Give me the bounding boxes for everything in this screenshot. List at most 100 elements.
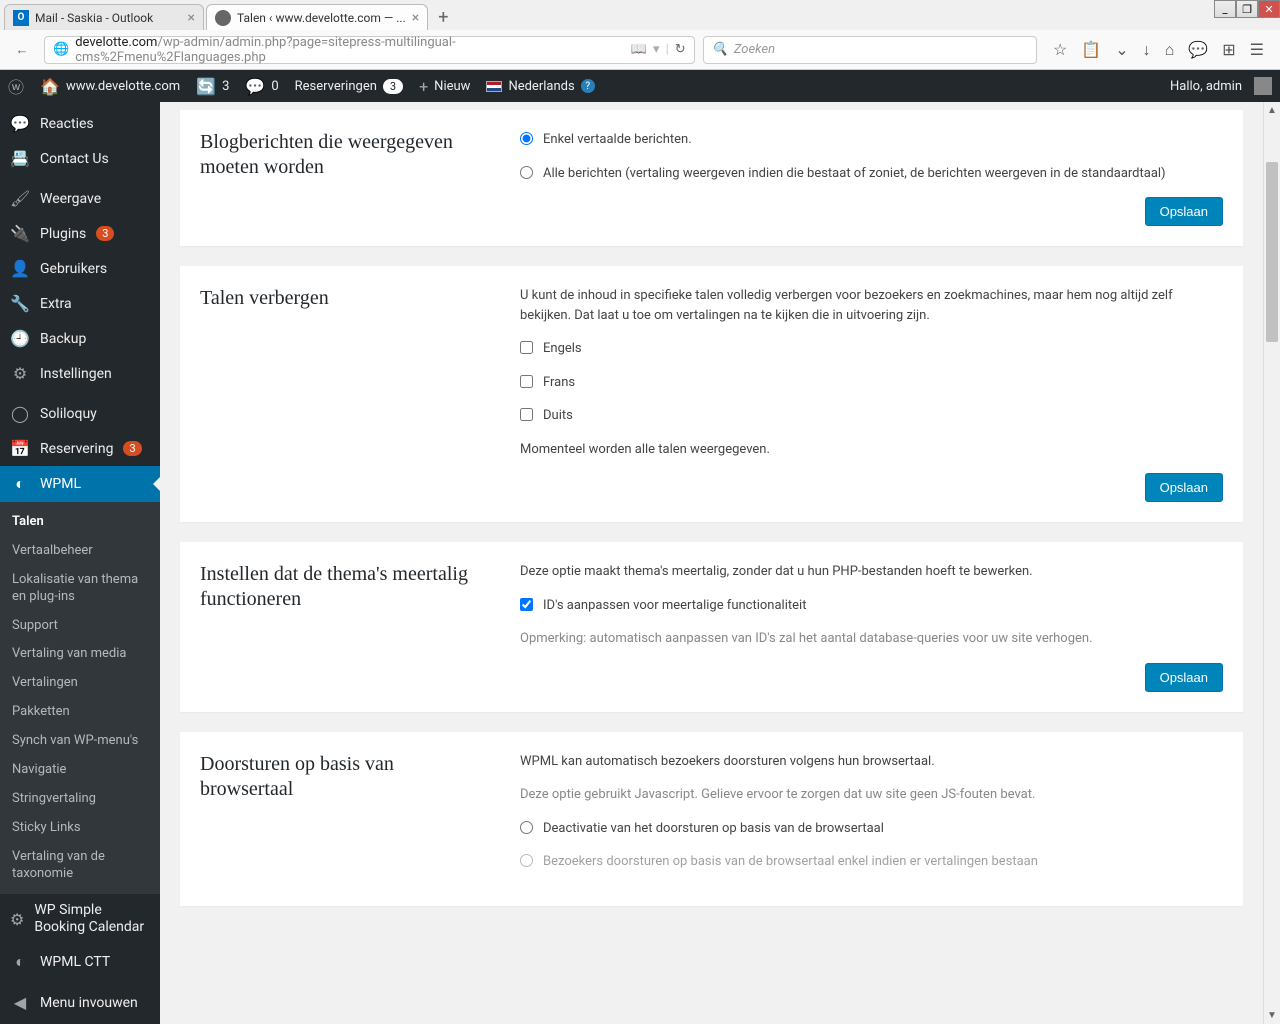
browser-tab-outlook[interactable]: O Mail - Saskia - Outlook × [4, 4, 204, 30]
nav-toolbar: ← 🌐 develotte.com/wp-admin/admin.php?pag… [0, 30, 1280, 70]
check-label: Duits [543, 406, 573, 426]
submenu-synch[interactable]: Synch van WP-menu's [0, 727, 160, 756]
admin-sidebar: 💬Reacties 📇Contact Us 🖌Weergave 🔌Plugins… [0, 102, 160, 1024]
radio-label: Bezoekers doorsturen op basis van de bro… [543, 852, 1038, 872]
search-icon: 🔍 [712, 42, 728, 57]
home-icon[interactable]: ⌂ [1165, 40, 1175, 60]
sidebar-item-weergave[interactable]: 🖌Weergave [0, 181, 160, 216]
sidebar-item-extra[interactable]: 🔧Extra [0, 286, 160, 321]
sidebar-item-gebruikers[interactable]: 👤Gebruikers [0, 251, 160, 286]
wpml-submenu: Talen Vertaalbeheer Lokalisatie van them… [0, 502, 160, 894]
sidebar-item-wpml[interactable]: ◐WPML [0, 466, 160, 502]
status-text: Momenteel worden alle talen weergegeven. [520, 440, 1223, 460]
pocket-icon[interactable]: ⌄ [1115, 40, 1128, 60]
sidebar-item-soliloquy[interactable]: ◯Soliloquy [0, 396, 160, 431]
browser-tabs: O Mail - Saskia - Outlook × Talen ‹ www.… [0, 0, 1280, 30]
radio-label: Enkel vertaalde berichten. [543, 130, 692, 150]
submenu-taxonomie[interactable]: Vertaling van de taxonomie [0, 843, 160, 889]
reservations[interactable]: Reserveringen3 [287, 70, 411, 102]
reader-icon[interactable]: 📖 [631, 42, 647, 57]
submenu-vertaalbeheer[interactable]: Vertaalbeheer [0, 537, 160, 566]
save-button[interactable]: Opslaan [1145, 663, 1223, 692]
site-home[interactable]: 🏠www.develotte.com [32, 70, 188, 102]
sidebar-item-booking[interactable]: ⚙WP Simple Booking Calendar [0, 894, 160, 944]
minimize-button[interactable]: _ [1214, 0, 1236, 18]
collapse-menu[interactable]: ◀Menu invouwen [0, 985, 160, 1020]
check-duits[interactable] [520, 408, 533, 421]
tiles-icon[interactable]: ⊞ [1222, 40, 1235, 60]
check-frans[interactable] [520, 375, 533, 388]
sidebar-item-wpml-ctt[interactable]: ◐WPML CTT [0, 944, 160, 980]
radio-all-posts[interactable] [520, 166, 533, 179]
search-box[interactable]: 🔍 Zoeken [703, 36, 1037, 64]
save-button[interactable]: Opslaan [1145, 197, 1223, 226]
download-icon[interactable]: ↓ [1143, 40, 1151, 60]
browser-tab-active[interactable]: Talen ‹ www.develotte.com — ... × [206, 4, 428, 30]
sidebar-item-plugins[interactable]: 🔌Plugins3 [0, 216, 160, 251]
account-menu[interactable]: Hallo, admin [1162, 70, 1280, 102]
reload-button[interactable]: ↻ [675, 42, 686, 57]
sidebar-item-backup[interactable]: 🕘Backup [0, 321, 160, 356]
chat-icon[interactable]: 💬 [1188, 40, 1208, 60]
submenu-vertalingen[interactable]: Vertalingen [0, 669, 160, 698]
wp-admin-bar: ⓦ 🏠www.develotte.com 🔄3 💬0 Reserveringen… [0, 70, 1280, 102]
submenu-talen[interactable]: Talen [0, 508, 160, 537]
updates[interactable]: 🔄3 [188, 70, 237, 102]
comments[interactable]: 💬0 [237, 70, 286, 102]
sidebar-item-cutoff [0, 102, 160, 106]
submenu-string[interactable]: Stringvertaling [0, 785, 160, 814]
bookmark-icon[interactable]: ☆ [1053, 40, 1067, 60]
wp-logo[interactable]: ⓦ [0, 70, 32, 102]
avatar [1254, 77, 1272, 95]
submenu-pakketten[interactable]: Pakketten [0, 698, 160, 727]
radio-label: Deactivatie van het doorsturen op basis … [543, 819, 884, 839]
url-text: develotte.com/wp-admin/admin.php?page=si… [75, 35, 625, 65]
scroll-down-icon[interactable]: ▼ [1264, 1007, 1280, 1024]
radio-redirect-exists[interactable] [520, 854, 533, 867]
clipboard-icon[interactable]: 📋 [1081, 40, 1101, 60]
back-button[interactable]: ← [8, 36, 36, 64]
search-placeholder: Zoeken [734, 42, 775, 57]
sidebar-item-reservering[interactable]: 📅Reservering3 [0, 431, 160, 466]
submenu-lokalisatie[interactable]: Lokalisatie van thema en plug-ins [0, 566, 160, 612]
section-desc: WPML kan automatisch bezoekers doorsture… [520, 752, 1223, 772]
note-text: Deze optie gebruikt Javascript. Gelieve … [520, 785, 1223, 805]
close-tab-icon[interactable]: × [188, 10, 195, 26]
box-talen-verbergen: Talen verbergen U kunt de inhoud in spec… [180, 266, 1243, 522]
tab-title: Talen ‹ www.develotte.com — ... [237, 11, 406, 25]
check-engels[interactable] [520, 341, 533, 354]
check-label: Frans [543, 373, 575, 393]
maximize-button[interactable]: ❐ [1236, 0, 1258, 18]
sidebar-item-instellingen[interactable]: ⚙Instellingen [0, 356, 160, 391]
scroll-up-icon[interactable]: ▲ [1264, 102, 1280, 119]
globe-icon: 🌐 [53, 42, 69, 57]
sidebar-item-reacties[interactable]: 💬Reacties [0, 106, 160, 141]
flag-nl-icon [486, 81, 502, 92]
submenu-navigatie[interactable]: Navigatie [0, 756, 160, 785]
url-bar[interactable]: 🌐 develotte.com/wp-admin/admin.php?page=… [44, 36, 695, 64]
scrollbar[interactable]: ▲ ▼ [1263, 102, 1280, 1024]
radio-redirect-disable[interactable] [520, 821, 533, 834]
save-button[interactable]: Opslaan [1145, 473, 1223, 502]
section-desc: Deze optie maakt thema's meertalig, zond… [520, 562, 1223, 582]
submenu-support[interactable]: Support [0, 612, 160, 641]
submenu-sticky[interactable]: Sticky Links [0, 814, 160, 843]
radio-translated-only[interactable] [520, 132, 533, 145]
sidebar-item-contact[interactable]: 📇Contact Us [0, 141, 160, 176]
outlook-icon: O [13, 10, 29, 26]
tab-title: Mail - Saskia - Outlook [35, 11, 153, 25]
close-tab-icon[interactable]: × [412, 10, 419, 26]
help-icon: ? [581, 79, 595, 93]
language-switcher[interactable]: Nederlands? [478, 70, 602, 102]
content-area: Blogberichten die weergegeven moeten wor… [160, 102, 1280, 1024]
section-title: Blogberichten die weergegeven moeten wor… [200, 130, 480, 226]
new-tab-button[interactable]: + [430, 7, 456, 28]
check-adjust-ids[interactable] [520, 598, 533, 611]
menu-icon[interactable]: ☰ [1250, 40, 1264, 60]
box-browsertaal: Doorsturen op basis van browsertaal WPML… [180, 732, 1243, 906]
section-title: Instellen dat de thema's meertalig funct… [200, 562, 480, 692]
scroll-thumb[interactable] [1266, 162, 1278, 342]
new-content[interactable]: +Nieuw [411, 70, 478, 102]
submenu-media[interactable]: Vertaling van media [0, 640, 160, 669]
close-window-button[interactable]: ✕ [1258, 0, 1280, 18]
